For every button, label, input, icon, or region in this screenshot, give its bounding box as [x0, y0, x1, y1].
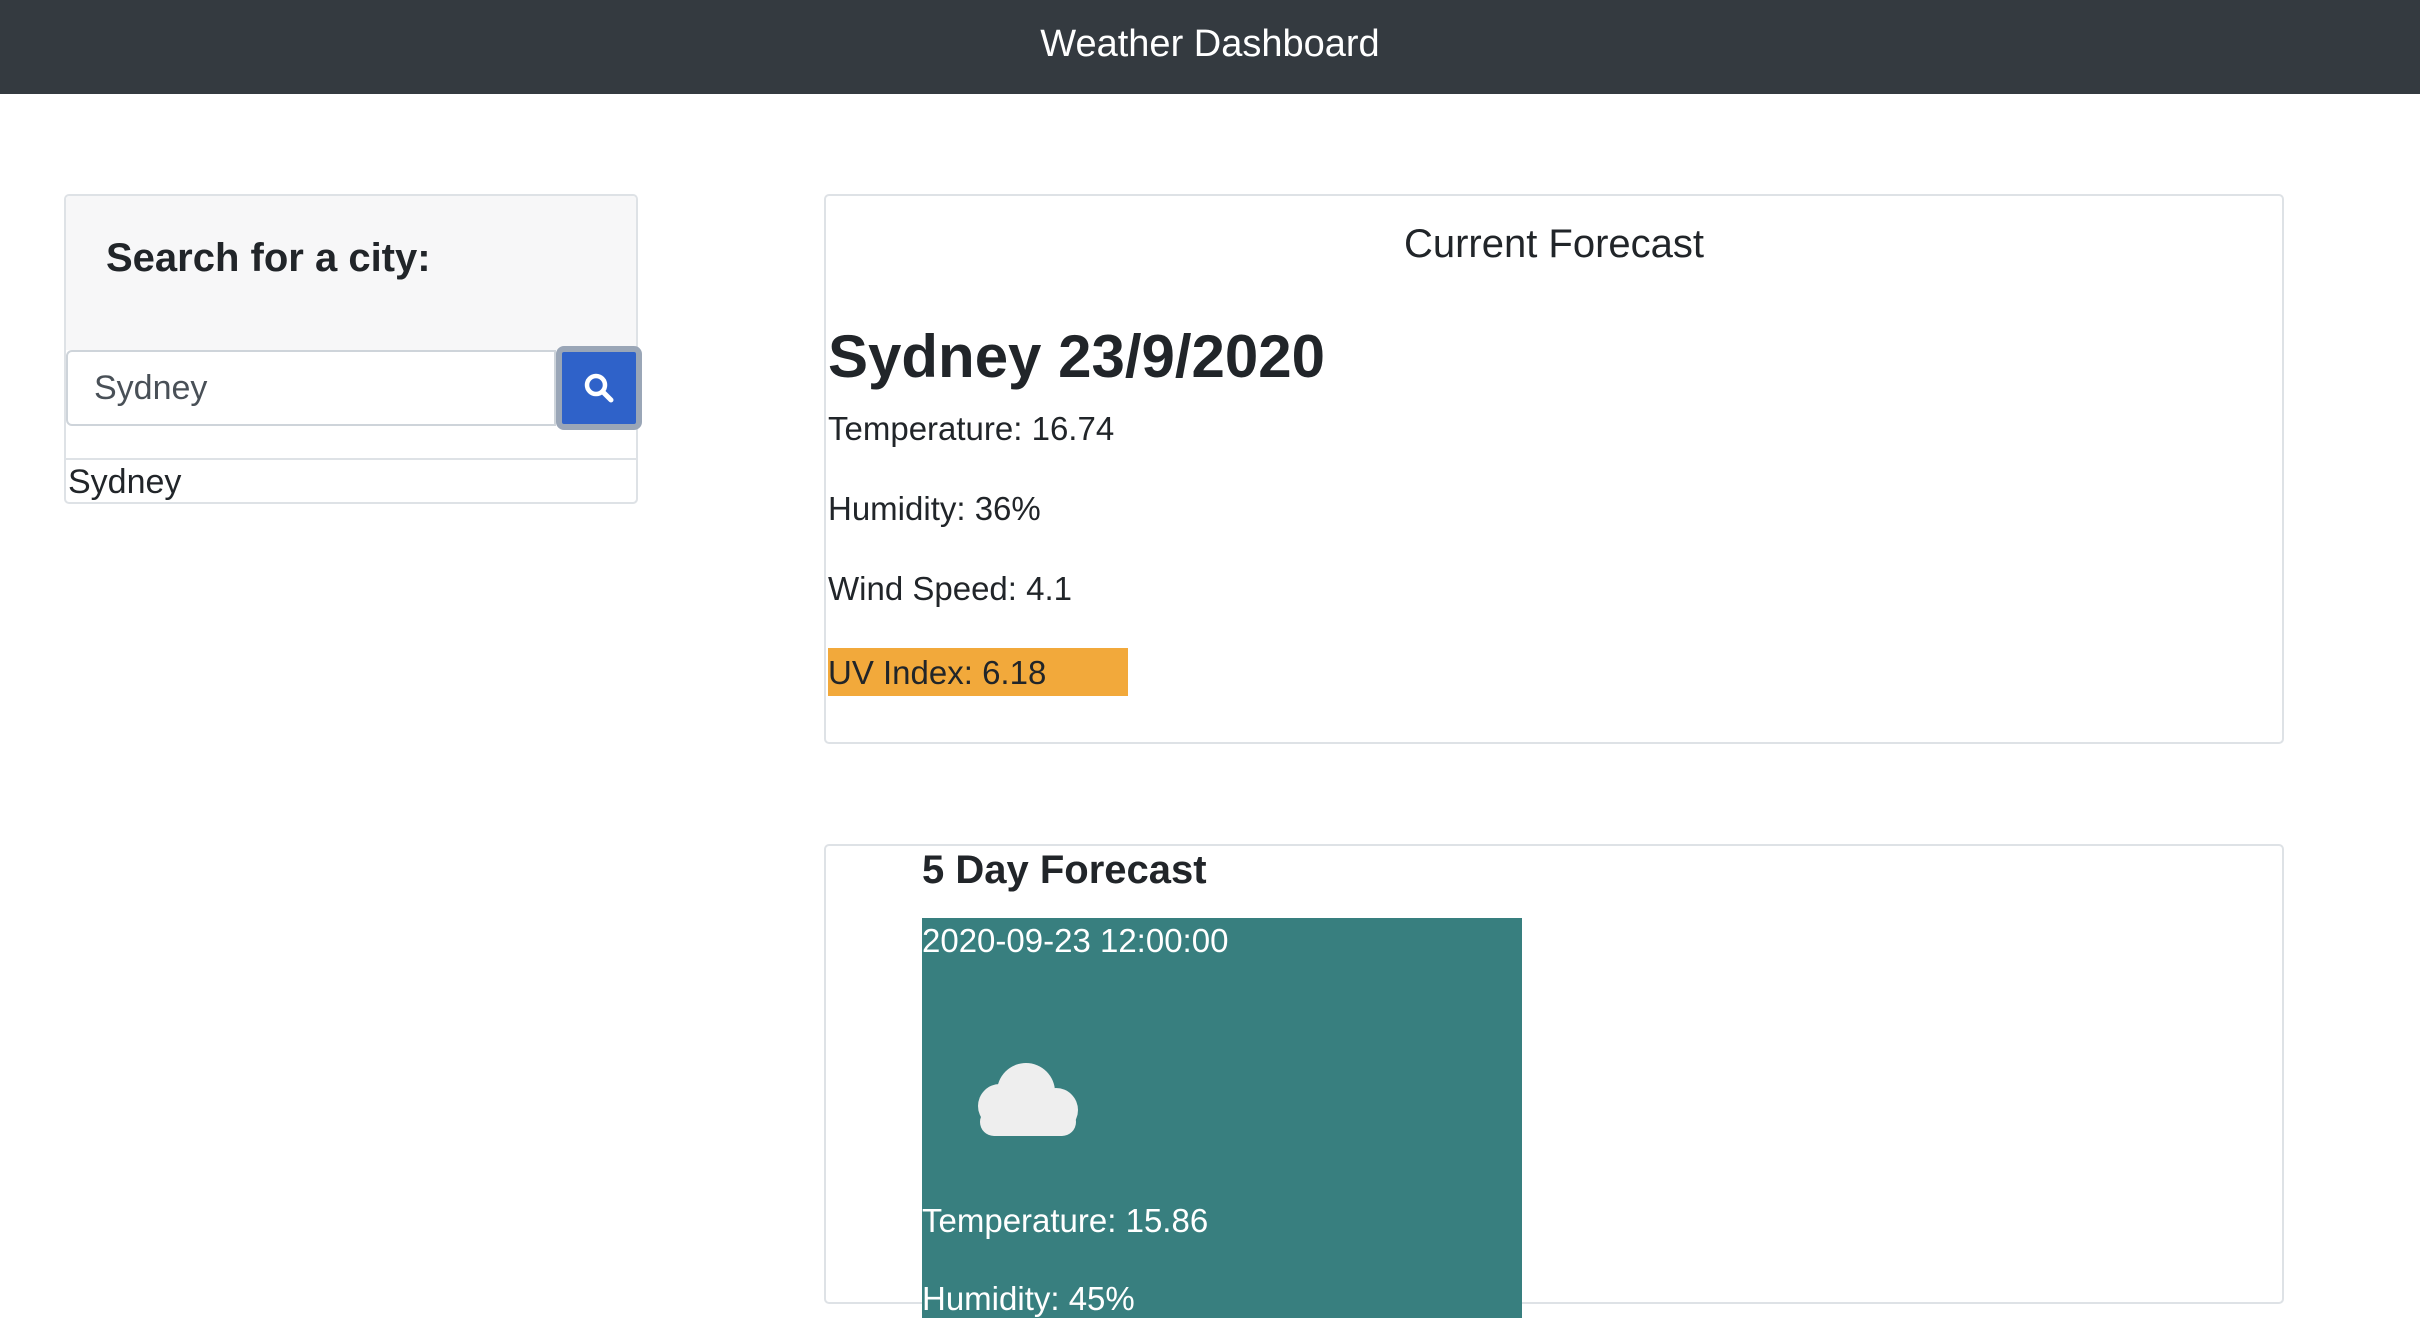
current-temperature: Temperature: 16.74: [828, 410, 1115, 447]
five-day-title: 5 Day Forecast: [922, 848, 1207, 892]
forecast-day-date: 2020-09-23 12:00:00: [922, 922, 1229, 959]
search-icon: [584, 373, 614, 403]
search-panel: Search for a city: Sydney: [64, 194, 642, 504]
current-forecast-card: Current Forecast Sydney 23/9/2020 Temper…: [824, 194, 2284, 744]
search-history-item[interactable]: Sydney: [66, 458, 636, 502]
five-day-forecast-card: 5 Day Forecast 2020-09-23 12:00:00 Tempe…: [824, 844, 2284, 1318]
forecast-day-card: 2020-09-23 12:00:00 Temperature: 15.86 H…: [922, 918, 1522, 1318]
app-title: Weather Dashboard: [1040, 22, 1380, 65]
search-panel-header: Search for a city:: [66, 196, 636, 350]
forecast-day-humidity: Humidity: 45%: [922, 1280, 1135, 1317]
search-button[interactable]: [556, 346, 642, 430]
search-title: Search for a city:: [106, 236, 431, 280]
uv-index-badge: UV Index: 6.18: [828, 648, 1128, 696]
current-wind-speed: Wind Speed: 4.1: [828, 570, 1072, 607]
cloud-icon: [978, 1063, 1078, 1136]
city-date-heading: Sydney 23/9/2020: [828, 323, 1326, 390]
current-humidity: Humidity: 36%: [828, 490, 1041, 527]
city-search-input[interactable]: [66, 350, 556, 426]
current-forecast-header: Current Forecast: [1403, 222, 1705, 266]
top-navbar: Weather Dashboard: [0, 0, 2420, 94]
forecast-day-temperature: Temperature: 15.86: [922, 1202, 1209, 1239]
